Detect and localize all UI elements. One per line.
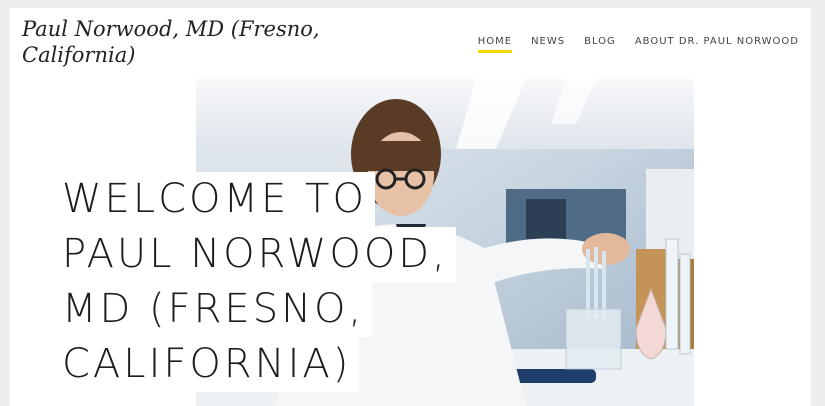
nav-item-news[interactable]: NEWS — [531, 36, 565, 53]
page-container: Paul Norwood, MD (Fresno, California) HO… — [10, 8, 811, 406]
nav-item-home[interactable]: HOME — [477, 36, 513, 53]
main-nav: HOME NEWS BLOG ABOUT DR. PAUL NORWOOD — [477, 36, 799, 53]
nav-item-about[interactable]: ABOUT DR. PAUL NORWOOD — [635, 36, 799, 53]
hero-headline-line: CALIFORNIA) — [50, 336, 360, 392]
nav-item-blog[interactable]: BLOG — [584, 36, 616, 53]
hero-headline-line: WELCOME TO — [50, 171, 375, 227]
hero-headline-line: MD (FRESNO, — [50, 281, 373, 337]
hero-headline-line: PAUL NORWOOD, — [50, 226, 456, 282]
site-title[interactable]: Paul Norwood, MD (Fresno, California) — [22, 16, 322, 68]
hero-headline: WELCOME TO PAUL NORWOOD, MD (FRESNO, CAL… — [50, 171, 456, 392]
